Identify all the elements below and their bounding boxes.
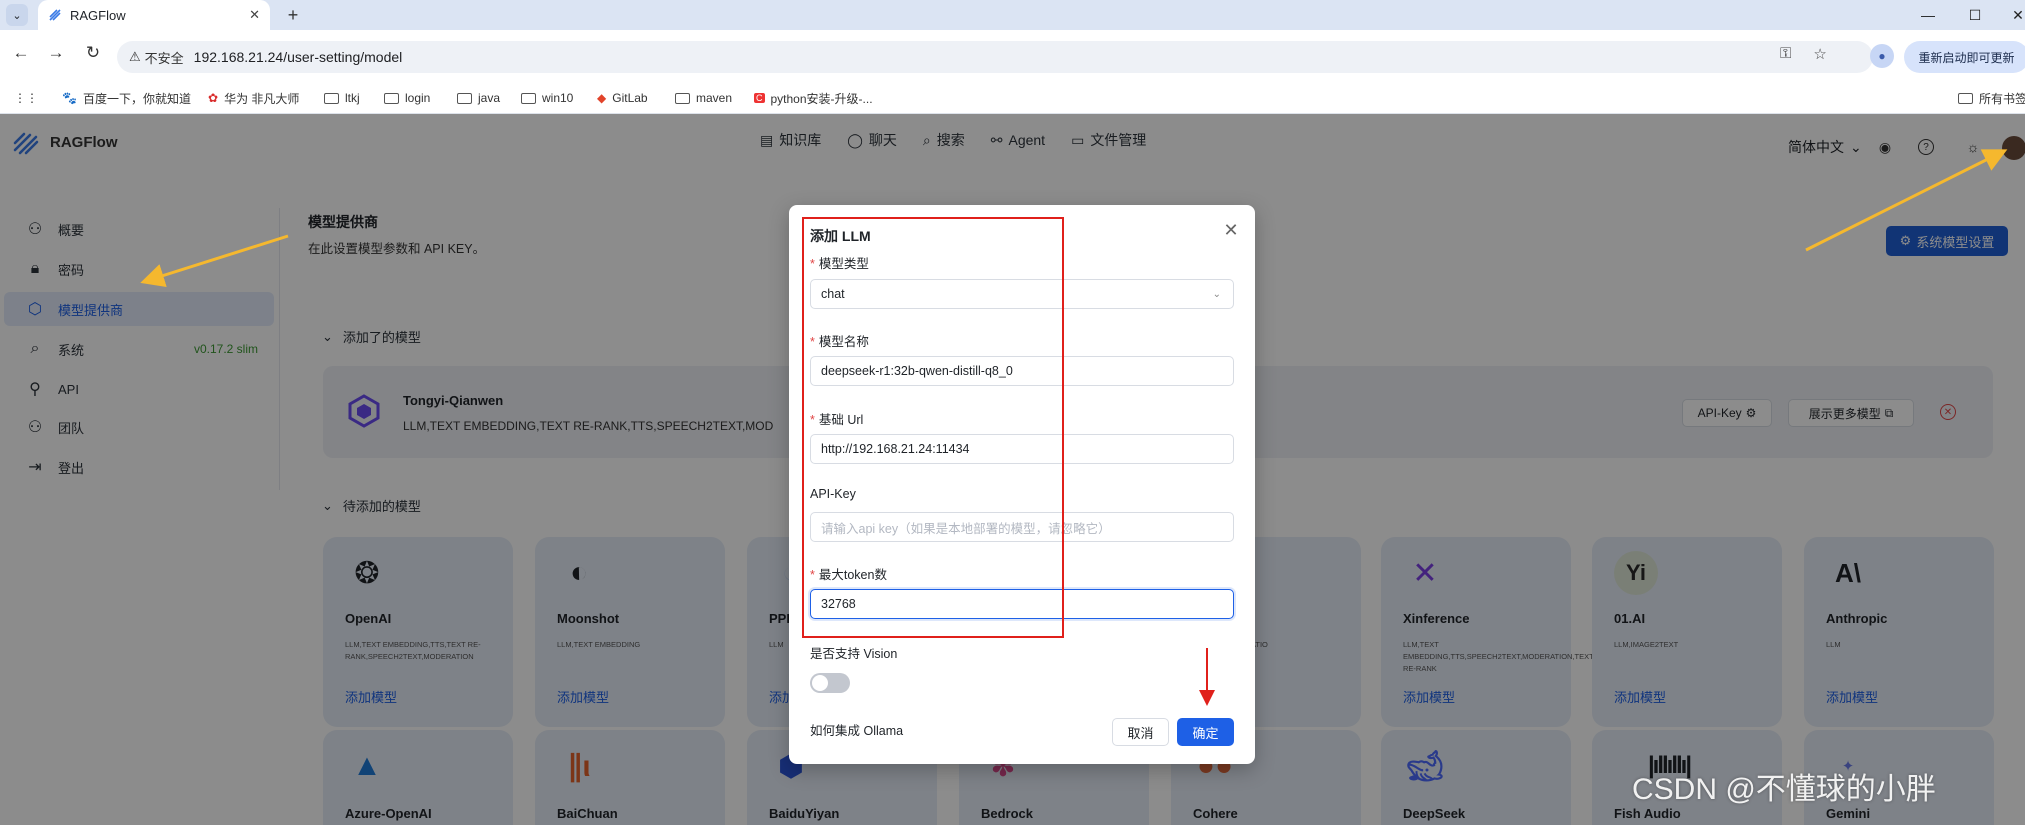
apps-icon[interactable]: ⋮⋮ [14,86,38,110]
watermark: CSDN @不懂球的小胖 [1632,773,1936,806]
maximize-icon[interactable]: ☐ [1965,5,1985,25]
bookmark-win10[interactable]: win10 [521,86,573,110]
vision-label: 是否支持 Vision [810,647,898,661]
bookmark-gitlab[interactable]: ◆ GitLab [597,86,648,110]
close-icon[interactable]: ✕ [1222,220,1240,240]
annotation-red-box [802,217,1064,638]
address-bar-actions: ⚿ ☆ [1780,45,1840,63]
forward-icon[interactable]: → [45,42,67,64]
insecure-badge[interactable]: ⚠ 不安全 [129,48,184,67]
folder-icon [1958,92,1973,104]
address-bar[interactable]: ⚠ 不安全 192.168.21.24/user-setting/model [117,41,1873,73]
tab-title: RAGFlow [70,7,126,23]
folder-icon [675,92,690,104]
tab-search-button[interactable]: ⌄ [6,4,28,26]
csdn-icon: C [754,93,765,103]
close-tab-icon[interactable]: ✕ [249,7,260,23]
close-window-icon[interactable]: ✕ [2008,5,2025,25]
confirm-button[interactable]: 确定 [1177,718,1234,746]
baidu-icon: 🐾 [62,91,77,105]
folder-icon [457,92,472,104]
bookmark-maven[interactable]: maven [675,86,732,110]
bookmark-star-icon[interactable]: ☆ [1813,45,1826,63]
bookmarks-bar [0,84,2025,114]
profile-icon[interactable]: ● [1870,44,1894,68]
minimize-icon[interactable]: — [1918,5,1938,25]
folder-icon [384,92,399,104]
toggle-knob [812,675,828,691]
cancel-button[interactable]: 取消 [1112,718,1169,746]
chevron-down-icon: ⌄ [1212,288,1221,300]
bookmark-login[interactable]: login [384,86,430,110]
gitlab-icon: ◆ [597,91,607,105]
folder-icon [324,92,339,104]
bookmark-python[interactable]: Cpython安装-升级-... [754,86,873,110]
bookmark-java[interactable]: java [457,86,500,110]
folder-icon [521,92,536,104]
new-tab-button[interactable]: + [282,4,304,26]
bookmark-baidu[interactable]: 🐾 百度一下，你就知道 [62,86,191,110]
ragflow-favicon-icon [49,9,61,21]
reload-icon[interactable]: ↻ [82,42,104,64]
restart-update-button[interactable]: 重新启动即可更新 [1904,41,2025,73]
bookmark-ltkj[interactable]: ltkj [324,86,360,110]
bookmark-huawei[interactable]: ✿ 华为 非凡大师 [208,86,299,110]
url-text: 192.168.21.24/user-setting/model [193,49,403,65]
ollama-integration-link[interactable]: 如何集成 Ollama [810,720,903,739]
huawei-icon: ✿ [208,91,219,105]
warning-icon: ⚠ [129,49,141,64]
back-icon[interactable]: ← [10,42,32,64]
bookmark-all[interactable]: 所有书签 [1958,86,2025,110]
browser-tab[interactable]: RAGFlow ✕ [38,0,270,30]
password-key-icon[interactable]: ⚿ [1780,45,1791,63]
